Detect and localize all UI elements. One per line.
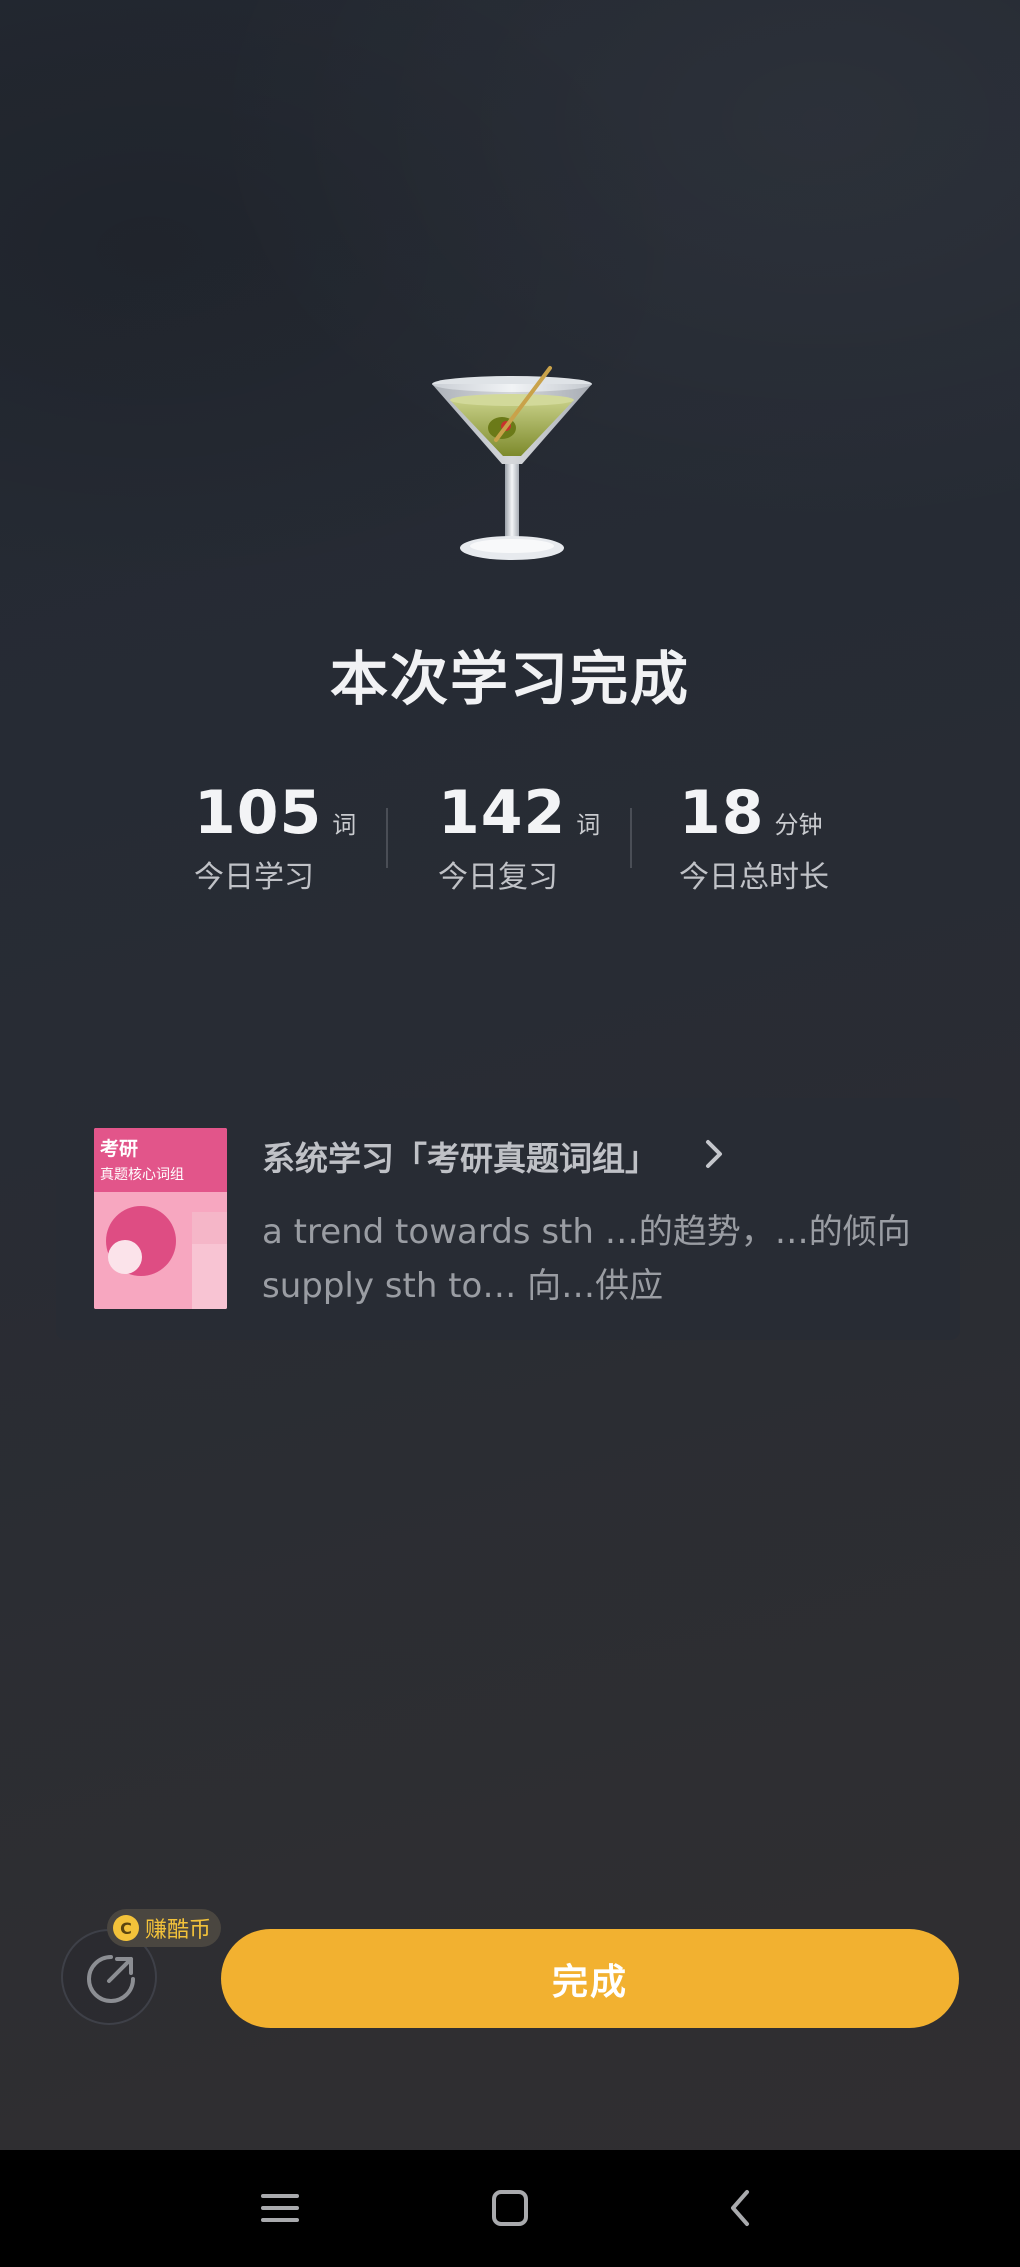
stat-divider [630,808,632,868]
stat-learned-unit: 词 [332,811,357,839]
background [0,0,1020,2150]
stat-reviewed-label: 今日复习 [438,860,558,895]
done-button[interactable]: 完成 [221,1929,959,2028]
share-icon [87,1955,135,2003]
cover-shape [192,1244,227,1309]
cover-title: 考研 [100,1138,139,1160]
stat-learned: 105 词 今日学习 [194,778,356,896]
cover-subtitle: 真题核心词组 [100,1167,184,1183]
stat-duration-unit: 分钟 [774,811,823,839]
book-title-link[interactable]: 系统学习「考研真题词组」 [262,1132,658,1180]
book-phrase-line: supply sth to… 向…供应 [262,1266,664,1306]
menu-icon[interactable] [240,2168,320,2248]
home-icon[interactable] [470,2168,550,2248]
cover-shape [192,1212,227,1244]
chevron-right-icon[interactable] [700,1136,728,1172]
book-phrase-line: a trend towards sth …的趋势，…的倾向 [262,1212,911,1252]
stat-reviewed-value: 142 [438,778,567,848]
stats-row: 105 词 今日学习 142 词 今日复习 18 分钟 今日总时长 [0,778,1020,898]
stat-duration-label: 今日总时长 [679,860,829,895]
stat-duration: 18 分钟 今日总时长 [679,778,829,896]
stat-learned-value: 105 [194,778,323,848]
back-icon[interactable] [700,2168,780,2248]
system-navbar [0,2150,1020,2267]
cover-shape [108,1240,142,1274]
earn-coin-label: 赚酷币 [145,1918,212,1943]
stat-reviewed: 142 词 今日复习 [438,778,600,896]
stat-reviewed-unit: 词 [576,811,601,839]
coin-icon: C [113,1915,139,1941]
stat-divider [386,808,388,868]
earn-coin-badge[interactable]: C 赚酷币 [107,1909,222,1947]
cocktail-glass-icon [420,360,600,570]
completion-title: 本次学习完成 [329,645,690,713]
book-cover-image[interactable]: 考研 真题核心词组 [94,1128,227,1309]
stat-duration-value: 18 [679,778,765,848]
stat-learned-label: 今日学习 [194,860,314,895]
